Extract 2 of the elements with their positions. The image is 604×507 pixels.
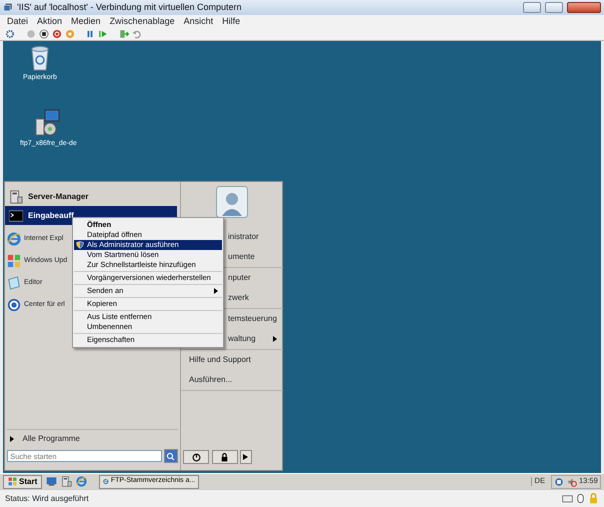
status-text: Status: Wird ausgeführt (5, 494, 89, 504)
window-title: 'IIS' auf 'localhost' - Verbindung mit virtuellen Computern (17, 2, 242, 13)
